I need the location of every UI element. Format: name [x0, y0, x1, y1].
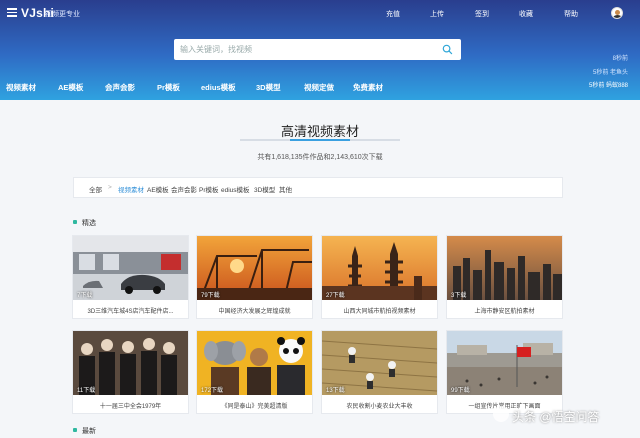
top-bar: VJshi 视频更专业 充值 上传 签到 收藏 帮助	[0, 0, 640, 26]
activity-ticker-item: 8秒前	[612, 56, 628, 62]
section-featured: 精选	[73, 218, 96, 228]
download-count: 27下载	[326, 293, 345, 299]
nav-help[interactable]: 帮助	[564, 9, 578, 19]
download-count: 99下载	[451, 388, 470, 394]
video-card[interactable]: 172下载 《同是泰山》完美超清版	[196, 330, 313, 414]
video-card[interactable]: 7下载 3D三维汽车城4S店汽车配件店...	[72, 235, 189, 319]
category-pr[interactable]: Pr模板	[157, 82, 180, 93]
breadcrumb-item[interactable]: 其他	[279, 184, 292, 194]
page-stats: 共有1,618,135件作品和2,143,610次下载	[257, 154, 383, 161]
video-title[interactable]: 3D三维汽车城4S店汽车配件店...	[73, 306, 188, 315]
site-header: VJshi 视频更专业 充值 上传 签到 收藏 帮助 8秒前 5秒前 老鱼头 5…	[0, 0, 640, 100]
breadcrumb-item[interactable]: edius模板	[221, 184, 250, 194]
video-card[interactable]: 13下载 农民收割小麦农业大丰收	[321, 330, 438, 414]
download-count: 79下载	[201, 293, 220, 299]
video-title[interactable]: 十一届三中全会1979年	[73, 401, 188, 410]
download-count: 172下载	[201, 388, 224, 394]
search-box	[174, 39, 461, 60]
video-card[interactable]: 79下载 中国经济大发展之辉煌成就	[196, 235, 313, 319]
download-count: 3下载	[451, 293, 467, 299]
video-title[interactable]: 中国经济大发展之辉煌成就	[197, 306, 312, 315]
category-3d[interactable]: 3D模型	[256, 82, 281, 93]
activity-ticker-item: 5秒前 老鱼头	[592, 70, 628, 76]
category-nav: 视频素材 AE模板 会声会影 Pr模板 edius模板 3D模型 视频定做 免费…	[0, 82, 540, 94]
watermark-text: 头条 @悟空问答	[512, 410, 600, 424]
video-card[interactable]: 3下载 上海市静安区航拍素材	[446, 235, 563, 319]
title-divider	[240, 139, 400, 141]
video-title[interactable]: 《同是泰山》完美超清版	[197, 401, 312, 410]
category-edius[interactable]: edius模板	[201, 82, 236, 93]
breadcrumb-active[interactable]: 视频素材	[118, 184, 144, 194]
breadcrumb-item[interactable]: Pr模板	[199, 184, 219, 194]
breadcrumb-root[interactable]: 全部	[89, 184, 102, 194]
video-title[interactable]: 山西大同城市航拍视频素材	[322, 306, 437, 315]
breadcrumb: 全部 > 视频素材 AE模板 会声会影 Pr模板 edius模板 3D模型 其他	[73, 177, 563, 198]
activity-ticker-item: 5秒前 蚂蚁888	[588, 83, 628, 89]
search-icon[interactable]	[442, 44, 453, 55]
nav-checkin[interactable]: 签到	[475, 9, 489, 19]
breadcrumb-item[interactable]: AE模板	[147, 184, 169, 194]
search-input[interactable]	[180, 42, 430, 57]
video-title[interactable]: 上海市静安区航拍素材	[447, 306, 562, 315]
video-card[interactable]: 99下载 一组宣传片常用正旷下画面	[446, 330, 563, 414]
category-ae[interactable]: AE模板	[58, 82, 83, 93]
watermark-logo	[493, 406, 509, 422]
video-card[interactable]: 27下载 山西大同城市航拍视频素材	[321, 235, 438, 319]
breadcrumb-item[interactable]: 会声会影	[171, 184, 197, 194]
video-card[interactable]: 11下载 十一届三中全会1979年	[72, 330, 189, 414]
site-slogan: 视频更专业	[45, 11, 80, 18]
breadcrumb-item[interactable]: 3D模型	[254, 184, 275, 194]
user-avatar[interactable]	[611, 7, 623, 19]
section-latest: 最新	[73, 426, 96, 436]
category-free[interactable]: 免费素材	[353, 82, 383, 93]
download-count: 7下载	[77, 293, 93, 299]
download-count: 11下载	[77, 388, 96, 394]
page-title: 高清视频素材	[280, 124, 359, 139]
nav-recharge[interactable]: 充值	[386, 9, 400, 19]
menu-icon[interactable]	[7, 8, 17, 17]
category-video[interactable]: 视频素材	[6, 82, 36, 93]
category-huisheng[interactable]: 会声会影	[105, 82, 135, 93]
breadcrumb-separator: >	[108, 184, 112, 191]
video-title[interactable]: 农民收割小麦农业大丰收	[322, 401, 437, 410]
category-custom[interactable]: 视频定做	[304, 82, 334, 93]
nav-upload[interactable]: 上传	[430, 9, 444, 19]
nav-favorites[interactable]: 收藏	[519, 9, 533, 19]
download-count: 13下载	[326, 388, 345, 394]
